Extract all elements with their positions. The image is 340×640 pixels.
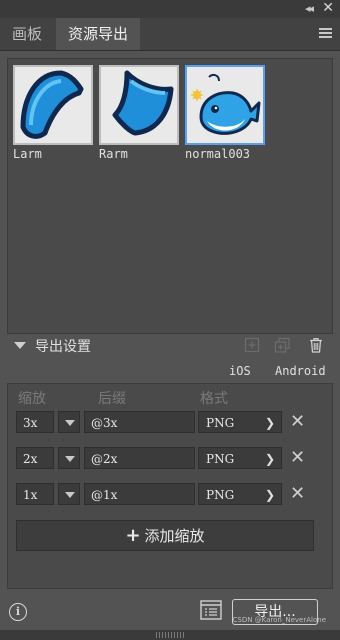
- remove-scale-icon[interactable]: ✕: [290, 483, 305, 505]
- scale-dropdown-chevron-icon[interactable]: [58, 447, 80, 469]
- plus-icon: +: [125, 525, 141, 546]
- suffix-input[interactable]: @1x: [84, 483, 195, 505]
- blue-fin-icon: [112, 70, 174, 136]
- add-scale-button[interactable]: + 添加缩放: [16, 520, 314, 551]
- format-value: PNG: [206, 488, 235, 502]
- double-chevron-left-icon[interactable]: ◂◂: [305, 2, 314, 15]
- scale-input[interactable]: 1x: [16, 483, 54, 505]
- platform-ios[interactable]: iOS: [229, 364, 251, 378]
- watermark: CSDN @Karon_NeverAlone: [232, 616, 326, 624]
- asset-name: Rarm: [99, 147, 128, 161]
- remove-scale-icon[interactable]: ✕: [290, 447, 305, 469]
- remove-scale-icon[interactable]: ✕: [290, 411, 305, 433]
- format-select[interactable]: PNG ❯: [198, 411, 282, 433]
- scale-row: 3x @3x PNG ❯ ✕: [8, 411, 332, 437]
- collapse-triangle-icon[interactable]: [14, 342, 26, 349]
- format-value: PNG: [206, 416, 235, 430]
- tab-artboards[interactable]: 画板: [0, 18, 54, 50]
- scale-row: 1x @1x PNG ❯ ✕: [8, 483, 332, 509]
- asset-thumbnail[interactable]: [13, 65, 93, 145]
- asset-item-normal003[interactable]: normal003: [185, 65, 265, 161]
- chevron-down-icon: ❯: [264, 488, 275, 502]
- panel-menu-icon[interactable]: [319, 28, 332, 38]
- panel-title-bar: ◂◂ ✕: [0, 0, 340, 18]
- column-header-format: 格式: [200, 391, 228, 407]
- resize-grip[interactable]: [156, 632, 184, 638]
- asset-grid: Larm Rarm normal003: [7, 58, 333, 334]
- format-select[interactable]: PNG ❯: [198, 447, 282, 469]
- asset-name: normal003: [185, 147, 251, 161]
- suffix-input[interactable]: @3x: [84, 411, 195, 433]
- asset-item-larm[interactable]: Larm: [13, 65, 93, 161]
- export-settings-title: 导出设置: [35, 339, 91, 355]
- add-asset-icon[interactable]: [244, 337, 260, 353]
- add-scale-label: 添加缩放: [144, 527, 205, 545]
- whale-icon: [191, 73, 261, 135]
- suffix-input[interactable]: @2x: [84, 447, 195, 469]
- asset-name: Larm: [13, 147, 42, 161]
- format-value: PNG: [206, 452, 235, 466]
- scale-row: 2x @2x PNG ❯ ✕: [8, 447, 332, 473]
- resize-footer: CSDN @Karon_NeverAlone: [0, 616, 340, 640]
- asset-item-rarm[interactable]: Rarm: [99, 65, 179, 161]
- export-settings-header[interactable]: 导出设置: [0, 333, 340, 359]
- column-header-suffix: 后缀: [98, 391, 126, 407]
- chevron-down-icon: ❯: [264, 452, 275, 466]
- tab-bar: 画板 资源导出: [0, 18, 340, 51]
- scale-dropdown-chevron-icon[interactable]: [58, 483, 80, 505]
- asset-thumbnail[interactable]: [185, 65, 265, 145]
- blue-fin-icon: [20, 70, 84, 139]
- trash-icon[interactable]: [308, 337, 324, 353]
- scale-dropdown-chevron-icon[interactable]: [58, 411, 80, 433]
- tab-asset-export[interactable]: 资源导出: [56, 18, 141, 50]
- scale-input[interactable]: 3x: [16, 411, 54, 433]
- scale-settings-panel: 缩放 后缀 格式 3x @3x PNG ❯ ✕ 2x @2x PNG ❯ ✕ 1x …: [7, 383, 333, 589]
- export-settings-icon[interactable]: [200, 600, 222, 620]
- close-icon[interactable]: ✕: [322, 0, 334, 16]
- platform-android[interactable]: Android: [275, 364, 326, 378]
- add-multiple-assets-icon[interactable]: [274, 337, 290, 353]
- scale-input[interactable]: 2x: [16, 447, 54, 469]
- format-select[interactable]: PNG ❯: [198, 483, 282, 505]
- asset-thumbnail[interactable]: [99, 65, 179, 145]
- chevron-down-icon: ❯: [264, 416, 275, 430]
- column-header-scale: 缩放: [18, 391, 46, 407]
- info-icon[interactable]: i: [9, 603, 27, 621]
